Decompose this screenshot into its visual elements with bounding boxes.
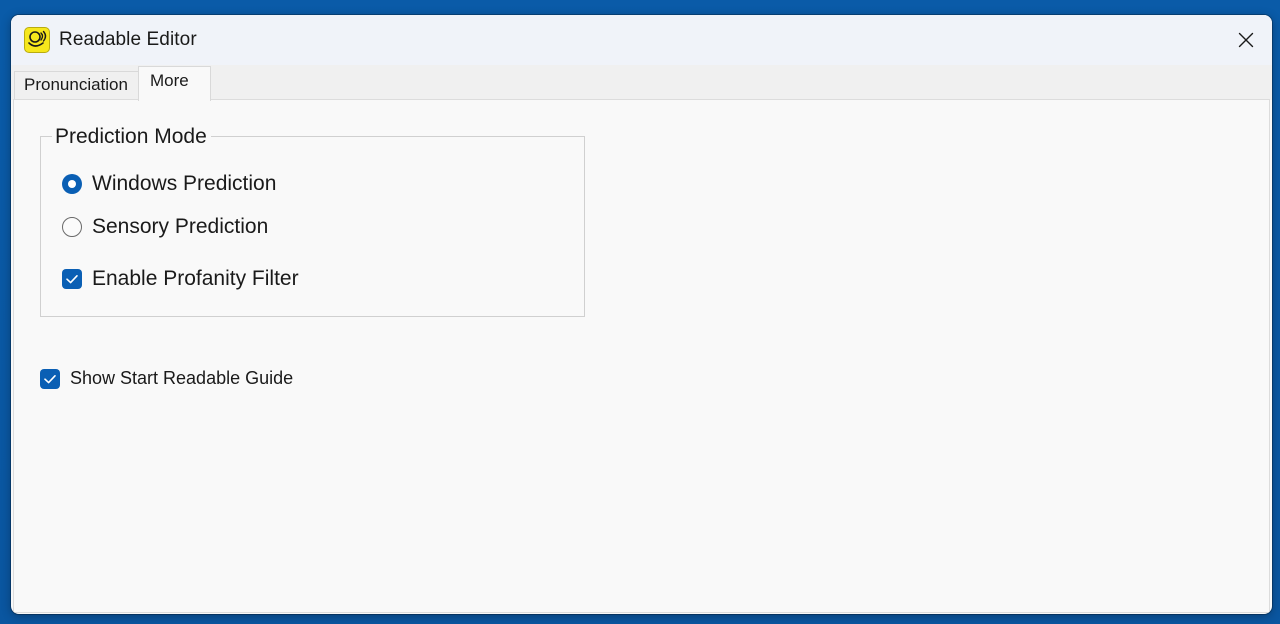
tab-page-more: Prediction Mode Windows Prediction Senso… [13,99,1270,613]
start-guide-checkbox[interactable]: Show Start Readable Guide [40,368,293,389]
checkmark-icon [44,374,56,383]
start-guide-label[interactable]: Show Start Readable Guide [70,368,293,389]
sensory-prediction-label[interactable]: Sensory Prediction [92,215,268,239]
checkbox-checked[interactable] [40,368,60,389]
windows-prediction-label[interactable]: Windows Prediction [92,172,276,196]
tab-strip: Pronunciation More [11,65,1272,101]
window-title: Readable Editor [59,29,197,50]
windows-prediction-radio[interactable]: Windows Prediction [62,172,276,196]
tab-more[interactable]: More [138,66,211,101]
title-bar[interactable]: Readable Editor [11,15,1272,65]
group-title: Prediction Mode [52,125,211,149]
checkmark-icon [66,275,78,284]
sensory-prediction-radio[interactable]: Sensory Prediction [62,215,268,239]
readable-editor-window: Readable Editor Pronunciation More Predi… [11,15,1272,614]
close-button[interactable] [1220,15,1272,65]
desktop-background: Readable Editor Pronunciation More Predi… [0,0,1280,624]
readable-app-icon [24,27,50,53]
radio-button-selected[interactable] [62,174,82,194]
profanity-filter-checkbox[interactable]: Enable Profanity Filter [62,267,299,291]
profanity-filter-label[interactable]: Enable Profanity Filter [92,267,299,291]
close-icon [1238,32,1254,48]
checkbox-checked[interactable] [62,269,82,289]
prediction-mode-group: Prediction Mode Windows Prediction Senso… [40,125,585,317]
radio-button-unselected[interactable] [62,217,82,237]
tab-pronunciation[interactable]: Pronunciation [14,71,139,100]
